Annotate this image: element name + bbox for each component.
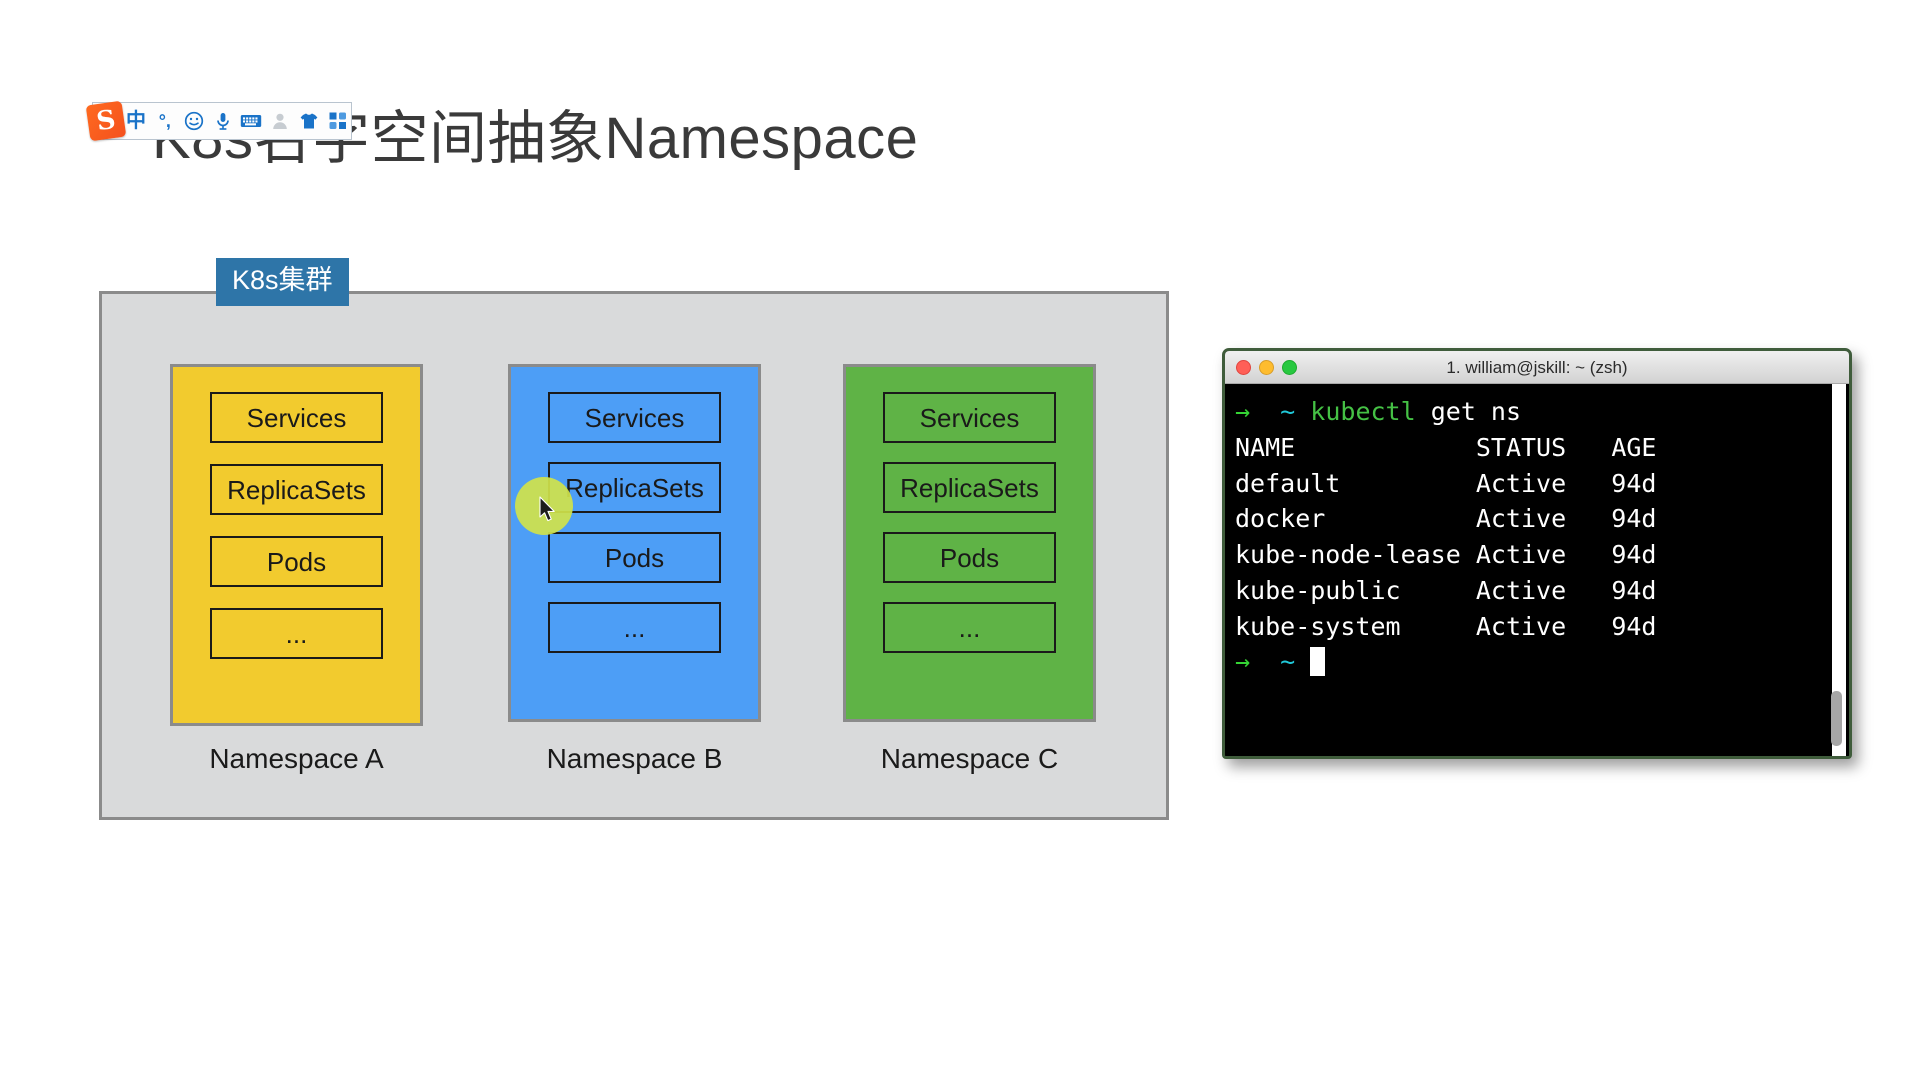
prompt-gap3	[1416, 397, 1431, 426]
namespace-c-caption: Namespace C	[880, 743, 1059, 774]
namespace-a-item-more[interactable]: ...	[210, 608, 383, 659]
ns-status: Active	[1475, 575, 1567, 605]
cluster-label-badge: K8s集群	[216, 258, 349, 306]
terminal-command-args: get ns	[1430, 397, 1522, 426]
user-account-icon[interactable]	[267, 108, 293, 134]
namespace-a-item-services[interactable]: Services	[210, 392, 383, 443]
ns-status: Active	[1475, 611, 1567, 641]
sogou-logo-icon[interactable]: S	[85, 100, 127, 142]
terminal-titlebar[interactable]: 1. william@jskill: ~ (zsh)	[1225, 351, 1849, 384]
pad	[1401, 576, 1476, 605]
pad	[1566, 576, 1611, 605]
ns-status: Active	[1475, 468, 1567, 498]
prompt-path: ~	[1280, 647, 1296, 677]
terminal-title: 1. william@jskill: ~ (zsh)	[1446, 357, 1628, 377]
table-row: kube-node-lease Active 94d	[1235, 537, 1849, 573]
ns-name: kube-node-lease	[1235, 540, 1461, 569]
pad	[1566, 433, 1611, 462]
column-header-name: NAME	[1235, 432, 1296, 462]
ns-name: kube-public	[1235, 575, 1401, 605]
ns-status: Active	[1475, 504, 1567, 534]
namespace-b-item-pods[interactable]: Pods	[548, 532, 721, 583]
ime-toolbar[interactable]: S 中 °,	[85, 100, 352, 142]
namespace-b-item-more[interactable]: ...	[548, 602, 721, 653]
microphone-icon[interactable]	[210, 108, 236, 134]
column-header-age: AGE	[1611, 432, 1657, 462]
pad	[1295, 647, 1310, 676]
namespace-c-item-replicasets[interactable]: ReplicaSets	[883, 462, 1056, 513]
namespace-b-item-replicasets[interactable]: ReplicaSets	[548, 462, 721, 513]
namespace-b-caption: Namespace B	[546, 743, 723, 774]
prompt-gap	[1250, 397, 1280, 426]
column-header-status: STATUS	[1475, 432, 1567, 462]
ns-age: 94d	[1611, 540, 1657, 569]
terminal-command-line: → ~ kubectl get ns	[1235, 394, 1849, 430]
terminal-prompt-line: → ~	[1235, 644, 1849, 680]
prompt-gap2	[1295, 397, 1310, 426]
terminal-text-cursor	[1310, 647, 1326, 677]
ns-age: 94d	[1611, 468, 1657, 498]
table-row: kube-system Active 94d	[1235, 609, 1849, 645]
ns-name: default	[1235, 468, 1341, 498]
prompt-path: ~	[1280, 397, 1296, 426]
pad	[1566, 469, 1611, 498]
pad	[1566, 504, 1611, 533]
terminal-header-row: NAME STATUS AGE	[1235, 430, 1849, 466]
pad	[1250, 647, 1280, 676]
chinese-mode-icon[interactable]: 中	[123, 108, 149, 134]
prompt-arrow-icon: →	[1235, 397, 1251, 426]
namespace-b-item-services[interactable]: Services	[548, 392, 721, 443]
punctuation-mode-icon[interactable]: °,	[152, 108, 178, 134]
ns-status: Active	[1475, 540, 1567, 569]
namespace-column-c: Services ReplicaSets Pods ... Namespace …	[843, 364, 1096, 773]
namespace-box-c[interactable]: Services ReplicaSets Pods ...	[843, 364, 1096, 722]
namespace-c-item-pods[interactable]: Pods	[883, 532, 1056, 583]
namespace-column-b: Services ReplicaSets Pods ... Namespace …	[508, 364, 761, 773]
pad	[1325, 504, 1476, 533]
ns-age: 94d	[1611, 575, 1657, 605]
terminal-output[interactable]: → ~ kubectl get ns NAME STATUS AGE defau…	[1225, 384, 1849, 756]
table-row: default Active 94d	[1235, 466, 1849, 502]
terminal-window[interactable]: 1. william@jskill: ~ (zsh) → ~ kubectl g…	[1222, 348, 1852, 759]
pad	[1566, 612, 1611, 641]
namespace-box-b[interactable]: Services ReplicaSets Pods ...	[508, 364, 761, 722]
terminal-scrollbar[interactable]	[1831, 384, 1846, 756]
table-row: docker Active 94d	[1235, 501, 1849, 537]
namespace-c-item-more[interactable]: ...	[883, 602, 1056, 653]
toolbox-grid-icon[interactable]	[325, 108, 351, 134]
namespace-c-item-services[interactable]: Services	[883, 392, 1056, 443]
skin-theme-icon[interactable]	[296, 108, 322, 134]
namespace-column-a: Services ReplicaSets Pods ... Namespace …	[170, 364, 423, 773]
ns-age: 94d	[1611, 611, 1657, 641]
namespace-box-a[interactable]: Services ReplicaSets Pods ...	[170, 364, 423, 726]
pad	[1461, 540, 1476, 569]
pad	[1340, 469, 1475, 498]
prompt-arrow-icon: →	[1235, 647, 1251, 677]
slide-canvas: K8s名字空间抽象Namespace S 中 °, K8s集群 Services…	[0, 0, 1920, 1080]
pad	[1401, 612, 1476, 641]
namespace-a-caption: Namespace A	[209, 743, 384, 774]
namespace-a-item-replicasets[interactable]: ReplicaSets	[210, 464, 383, 515]
ns-age: 94d	[1611, 504, 1657, 534]
namespace-a-item-pods[interactable]: Pods	[210, 536, 383, 587]
keyboard-icon[interactable]	[239, 108, 265, 134]
table-row: kube-public Active 94d	[1235, 573, 1849, 609]
pad	[1566, 540, 1611, 569]
terminal-command-name: kubectl	[1310, 397, 1416, 426]
ns-name: docker	[1235, 504, 1326, 534]
pad	[1295, 433, 1476, 462]
ns-name: kube-system	[1235, 611, 1401, 641]
emoji-icon[interactable]	[181, 108, 207, 134]
terminal-scrollbar-thumb[interactable]	[1831, 691, 1842, 746]
